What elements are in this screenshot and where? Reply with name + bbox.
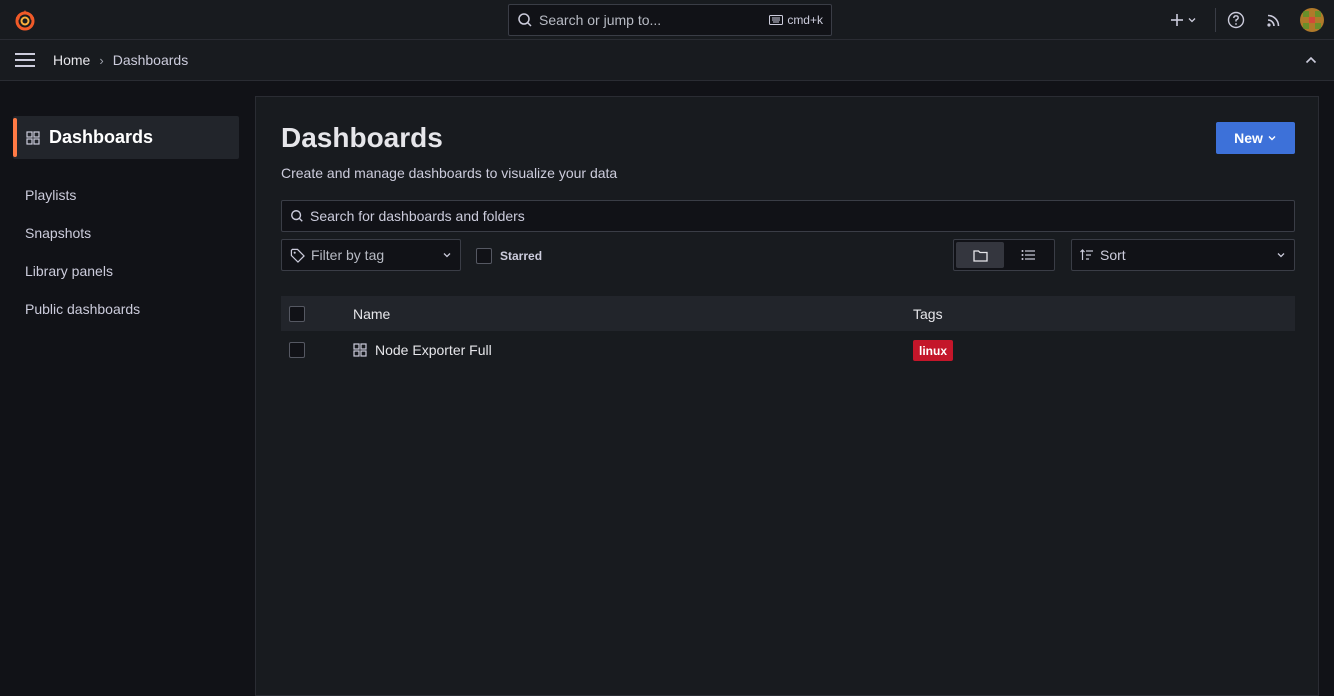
view-mode-toggle xyxy=(953,239,1055,271)
folder-icon xyxy=(972,249,988,262)
chevron-down-icon xyxy=(1188,18,1196,23)
tag-filter-select[interactable]: Filter by tag xyxy=(281,239,461,271)
tag-filter-placeholder: Filter by tag xyxy=(311,247,385,263)
column-header-tags: Tags xyxy=(913,305,943,322)
dashboard-link[interactable]: Node Exporter Full xyxy=(353,342,492,358)
search-icon xyxy=(518,13,532,27)
dashboard-search-input[interactable]: Search for dashboards and folders xyxy=(281,200,1295,232)
breadcrumb-separator: › xyxy=(99,52,104,68)
starred-checkbox[interactable] xyxy=(476,248,492,264)
new-button-label: New xyxy=(1234,130,1263,146)
starred-label: Starred xyxy=(500,249,543,263)
global-search-placeholder: Search or jump to... xyxy=(539,12,662,28)
tag-badge[interactable]: linux xyxy=(913,340,954,361)
news-rss-icon[interactable] xyxy=(1262,8,1286,32)
table-row[interactable]: Node Exporter Full linux xyxy=(281,332,1295,368)
table-header: Name Tags xyxy=(281,296,1295,331)
chevron-up-icon[interactable] xyxy=(1304,53,1318,67)
sort-label: Sort xyxy=(1100,247,1126,263)
new-button[interactable]: New xyxy=(1216,122,1295,154)
user-avatar[interactable] xyxy=(1300,8,1324,32)
divider xyxy=(1215,8,1216,32)
topbar-actions xyxy=(1169,0,1324,40)
dashboard-name: Node Exporter Full xyxy=(375,342,492,358)
sidebar-item-library-panels[interactable]: Library panels xyxy=(25,263,113,279)
column-header-name: Name xyxy=(353,305,391,322)
top-navbar: Search or jump to... cmd+k xyxy=(0,0,1334,40)
sidebar-item-public-dashboards[interactable]: Public dashboards xyxy=(25,301,140,317)
new-menu-button[interactable] xyxy=(1169,12,1197,28)
row-checkbox[interactable] xyxy=(289,342,305,358)
starred-filter[interactable]: Starred xyxy=(476,248,542,264)
page-subtitle: Create and manage dashboards to visualiz… xyxy=(281,165,618,181)
breadcrumb-bar: Home › Dashboards xyxy=(0,40,1334,81)
search-icon xyxy=(291,210,303,222)
active-indicator xyxy=(13,118,17,157)
dashboard-search-placeholder: Search for dashboards and folders xyxy=(310,208,525,224)
page-title: Dashboards xyxy=(281,122,443,153)
menu-icon[interactable] xyxy=(14,52,36,68)
global-search-input[interactable]: Search or jump to... cmd+k xyxy=(508,4,832,36)
chevron-down-icon xyxy=(1277,253,1285,258)
chevron-down-icon xyxy=(443,253,451,258)
sidebar-item-dashboards[interactable]: Dashboards xyxy=(13,116,239,159)
sidebar-item-label: Dashboards xyxy=(49,127,154,147)
sidebar-item-playlists[interactable]: Playlists xyxy=(25,187,76,203)
sort-amount-up-icon xyxy=(1080,249,1093,260)
breadcrumb-home-link[interactable]: Home xyxy=(53,52,90,68)
keyboard-icon xyxy=(769,15,784,25)
plus-icon xyxy=(1171,14,1183,26)
keyboard-shortcut-hint: cmd+k xyxy=(769,13,823,27)
list-view-button[interactable] xyxy=(1004,242,1052,268)
grafana-logo-icon[interactable] xyxy=(13,8,37,32)
tag-icon xyxy=(290,248,305,263)
section-nav-sidebar: Dashboards Playlists Snapshots Library p… xyxy=(0,81,255,686)
breadcrumb-current: Dashboards xyxy=(112,52,189,68)
apps-grid-icon xyxy=(26,130,40,145)
breadcrumb: Home › Dashboards xyxy=(53,40,188,80)
shortcut-label: cmd+k xyxy=(787,13,823,27)
select-all-checkbox[interactable] xyxy=(289,305,305,322)
list-icon xyxy=(1021,250,1035,260)
chevron-down-icon xyxy=(1268,136,1276,141)
help-icon[interactable] xyxy=(1224,8,1248,32)
sidebar-item-snapshots[interactable]: Snapshots xyxy=(25,225,91,241)
sort-select[interactable]: Sort xyxy=(1071,239,1295,271)
folder-view-button[interactable] xyxy=(956,242,1004,268)
main-content: Dashboards Create and manage dashboards … xyxy=(255,96,1319,696)
apps-grid-icon xyxy=(353,343,367,357)
